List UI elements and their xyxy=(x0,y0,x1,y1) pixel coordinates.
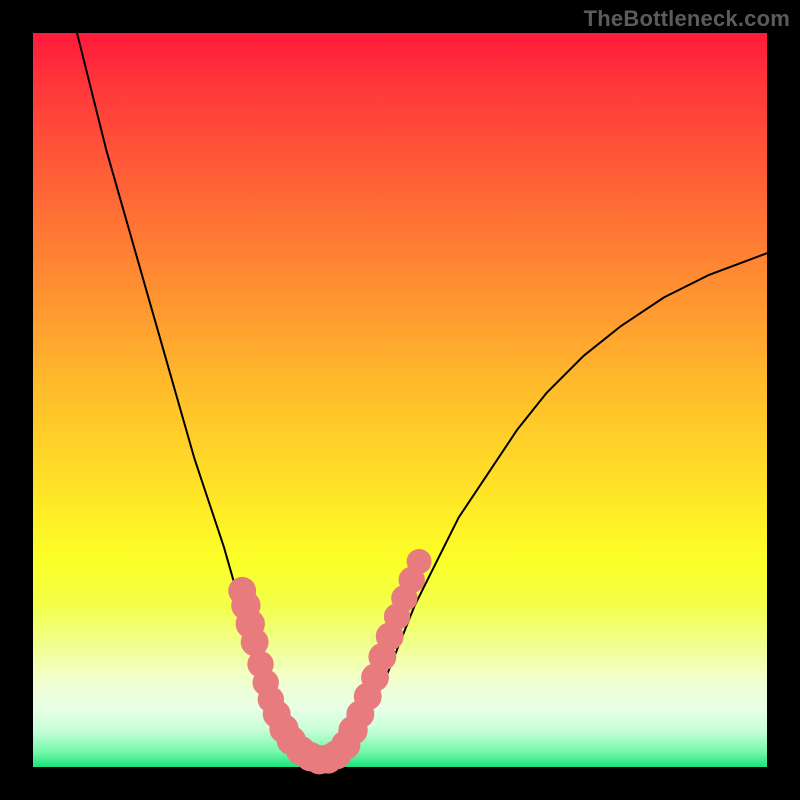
data-marker xyxy=(407,549,432,574)
chart-frame: TheBottleneck.com xyxy=(0,0,800,800)
watermark-text: TheBottleneck.com xyxy=(584,6,790,32)
chart-svg xyxy=(33,33,767,767)
bottleneck-curve xyxy=(77,33,767,763)
curve-layer xyxy=(77,33,767,763)
marker-layer xyxy=(228,549,431,774)
plot-area xyxy=(33,33,767,767)
